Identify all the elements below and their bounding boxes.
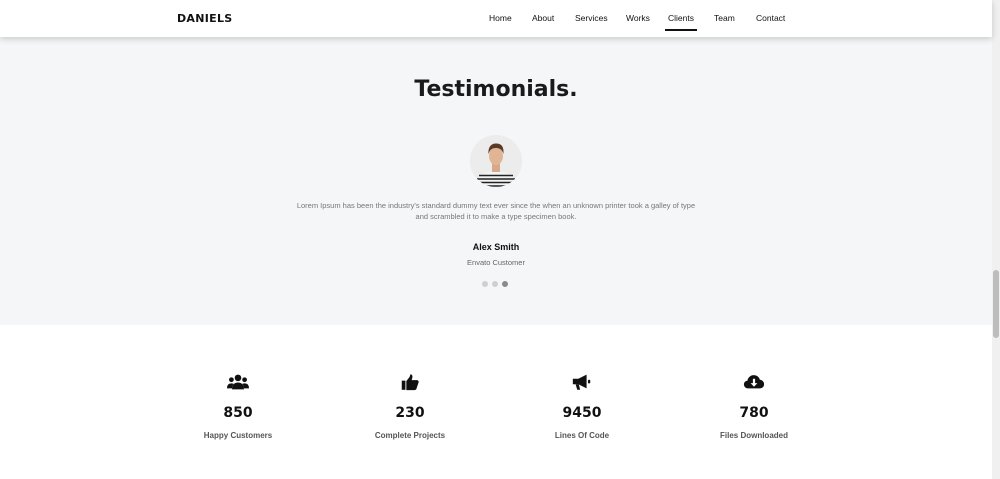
section-title: Testimonials. — [414, 77, 578, 102]
stat-value: 850 — [223, 405, 253, 421]
stats-section: 850 Happy Customers 230 Complete Project… — [0, 325, 992, 479]
carousel-dot-3[interactable] — [502, 281, 508, 287]
megaphone-icon — [572, 374, 591, 390]
nav-item-contact[interactable]: Contact — [756, 13, 785, 23]
page-scrollbar[interactable] — [992, 0, 1000, 479]
quote-line-2: and scrambled it to make a type specimen… — [415, 212, 577, 221]
brand-logo[interactable]: DANIELS — [177, 12, 233, 25]
stat-happy-customers: 850 Happy Customers — [158, 373, 318, 440]
stat-value: 9450 — [562, 405, 602, 421]
scrollbar-thumb[interactable] — [993, 270, 999, 338]
quote-line-1: Lorem Ipsum has been the industry's stan… — [296, 201, 696, 210]
stat-label: Complete Projects — [374, 431, 446, 440]
stat-files-downloaded: 780 Files Downloaded — [674, 373, 834, 440]
stat-complete-projects: 230 Complete Projects — [330, 373, 490, 440]
nav-item-home[interactable]: Home — [489, 13, 512, 23]
nav-item-team[interactable]: Team — [714, 13, 735, 23]
cloud-download-icon — [743, 375, 765, 389]
stat-label: Happy Customers — [203, 431, 273, 440]
carousel-dot-1[interactable] — [482, 281, 488, 287]
testimonial-quote: Lorem Ipsum has been the industry's stan… — [272, 200, 720, 222]
testimonial-role: Envato Customer — [467, 258, 525, 267]
users-icon — [227, 374, 249, 390]
stat-lines-of-code: 9450 Lines Of Code — [502, 373, 662, 440]
stat-label: Lines Of Code — [554, 431, 610, 440]
navbar: DANIELS Home About Services Works Client… — [0, 0, 992, 37]
nav-item-clients[interactable]: Clients — [665, 13, 697, 31]
testimonial-name: Alex Smith — [472, 242, 520, 252]
stat-value: 780 — [739, 405, 769, 421]
nav-item-works[interactable]: Works — [626, 13, 650, 23]
avatar — [470, 135, 522, 187]
nav-item-services[interactable]: Services — [575, 13, 608, 23]
stat-value: 230 — [395, 405, 425, 421]
nav-item-about[interactable]: About — [532, 13, 554, 23]
person-photo — [470, 135, 522, 187]
stat-label: Files Downloaded — [719, 431, 788, 440]
testimonials-section: Testimonials. Lorem Ipsum has been the i… — [0, 37, 992, 325]
thumbs-up-icon — [401, 374, 419, 391]
carousel-dot-2[interactable] — [492, 281, 498, 287]
